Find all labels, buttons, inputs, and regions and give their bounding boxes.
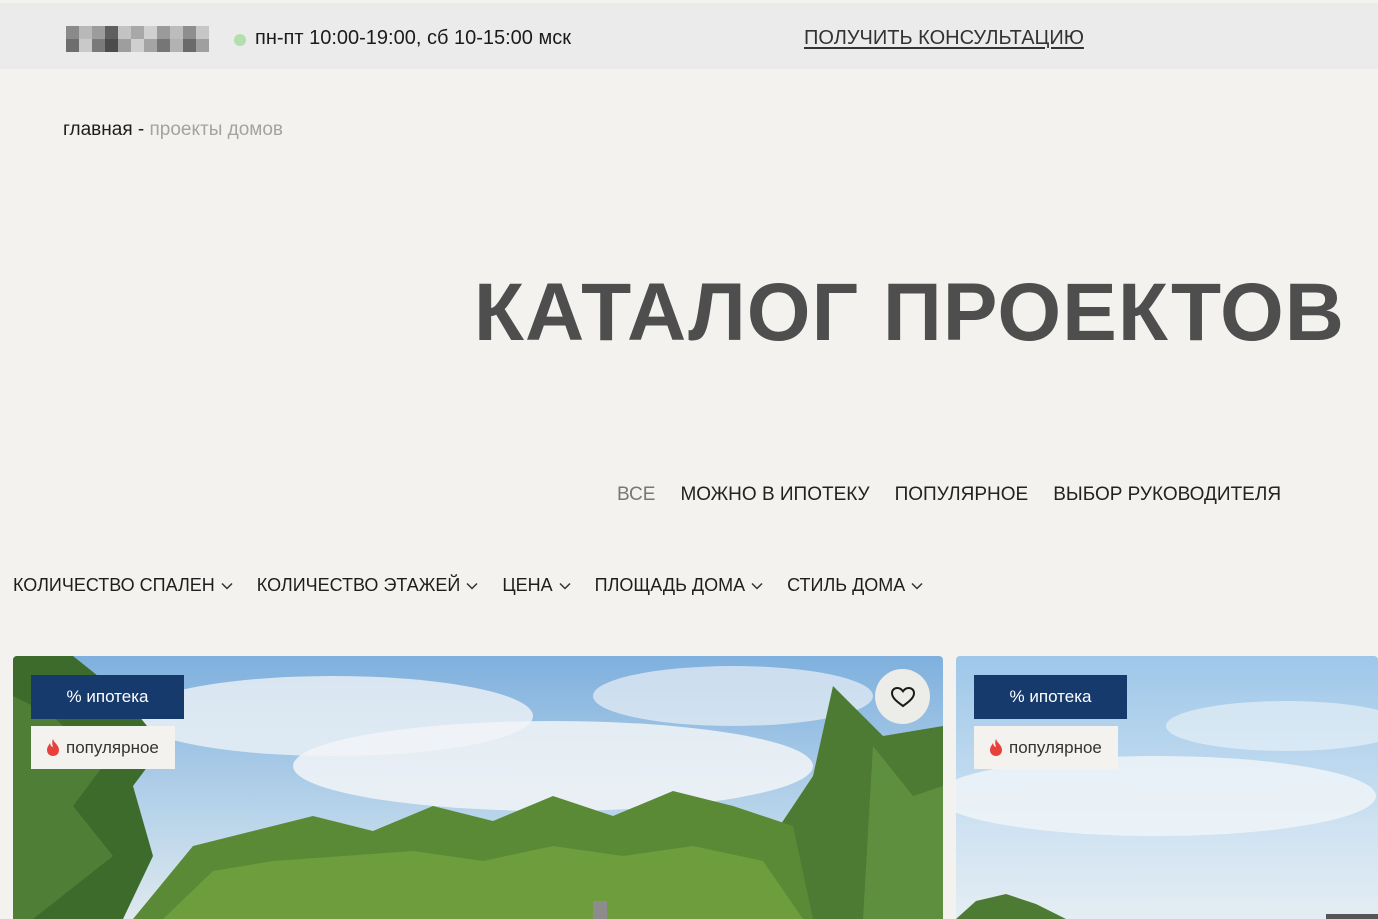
filter-label: ЦЕНА	[502, 575, 553, 595]
page-title: КАТАЛОГ ПРОЕКТОВ	[473, 267, 1345, 358]
filter-label: КОЛИЧЕСТВО СПАЛЕН	[13, 575, 215, 595]
chevron-down-icon	[751, 582, 763, 590]
filter-label: КОЛИЧЕСТВО ЭТАЖЕЙ	[256, 575, 461, 595]
filter-label: ПЛОЩАДЬ ДОМА	[594, 575, 746, 595]
breadcrumb: главная - проекты домов	[63, 119, 283, 141]
chevron-down-icon	[911, 582, 923, 590]
heart-icon	[890, 686, 915, 707]
filter-label: СТИЛЬ ДОМА	[787, 575, 906, 595]
fire-icon	[990, 739, 1002, 756]
logo[interactable]	[66, 26, 209, 52]
breadcrumb-current: проекты домов	[149, 119, 284, 140]
favorite-button[interactable]	[875, 669, 930, 724]
filter-bar: КОЛИЧЕСТВО СПАЛЕН КОЛИЧЕСТВО ЭТАЖЕЙ ЦЕНА…	[13, 575, 923, 596]
breadcrumb-separator: -	[132, 119, 150, 140]
category-tabs: ВСЕ МОЖНО В ИПОТЕКУ ПОПУЛЯРНОЕ ВЫБОР РУК…	[617, 484, 1281, 506]
project-card[interactable]: % ипотека популярное	[956, 656, 1378, 919]
mortgage-badge[interactable]: % ипотека	[31, 675, 184, 719]
breadcrumb-home[interactable]: главная	[63, 119, 133, 140]
project-card[interactable]: % ипотека популярное	[13, 656, 943, 919]
filter-area[interactable]: ПЛОЩАДЬ ДОМА	[595, 575, 763, 596]
popular-badge: популярное	[31, 726, 175, 769]
mortgage-badge[interactable]: % ипотека	[974, 675, 1127, 719]
popular-badge-label: популярное	[66, 737, 159, 757]
filter-floors[interactable]: КОЛИЧЕСТВО ЭТАЖЕЙ	[257, 575, 479, 596]
popular-badge: популярное	[974, 726, 1118, 769]
working-hours: пн-пт 10:00-19:00, сб 10-15:00 мск	[255, 27, 571, 49]
filter-bedrooms[interactable]: КОЛИЧЕСТВО СПАЛЕН	[13, 575, 233, 596]
tab-popular[interactable]: ПОПУЛЯРНОЕ	[895, 484, 1029, 506]
chevron-down-icon	[559, 582, 571, 590]
tab-mortgage[interactable]: МОЖНО В ИПОТЕКУ	[680, 484, 869, 506]
tab-all[interactable]: ВСЕ	[617, 484, 655, 506]
popular-badge-label: популярное	[1009, 737, 1102, 757]
consultation-link[interactable]: ПОЛУЧИТЬ КОНСУЛЬТАЦИЮ	[804, 27, 1084, 50]
filter-style[interactable]: СТИЛЬ ДОМА	[787, 575, 923, 596]
top-bar: пн-пт 10:00-19:00, сб 10-15:00 мск ПОЛУЧ…	[0, 3, 1378, 69]
chevron-down-icon	[221, 582, 233, 590]
filter-price[interactable]: ЦЕНА	[502, 575, 571, 596]
status-indicator	[234, 34, 246, 46]
tab-director-choice[interactable]: ВЫБОР РУКОВОДИТЕЛЯ	[1053, 484, 1281, 506]
chevron-down-icon	[466, 582, 478, 590]
fire-icon	[47, 739, 59, 756]
